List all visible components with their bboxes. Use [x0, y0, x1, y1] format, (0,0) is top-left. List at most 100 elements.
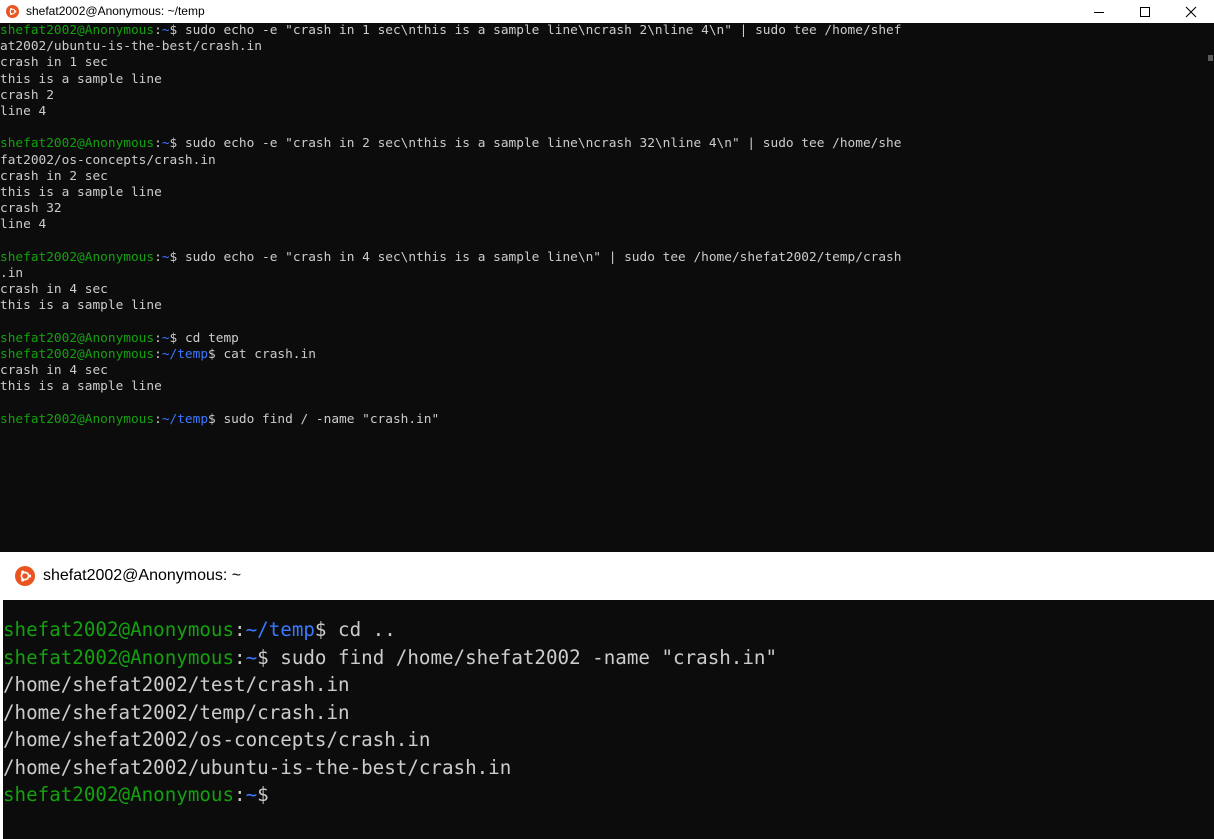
prompt-line: shefat2002@Anonymous:~$ sudo echo -e "cr… — [0, 250, 1206, 266]
prompt-symbol: $ — [169, 249, 185, 265]
prompt-path: ~ — [161, 136, 170, 152]
scrollbar[interactable] — [1206, 23, 1214, 552]
output-line: this is a sample line — [0, 298, 1206, 314]
output-text: this is a sample line — [0, 379, 162, 395]
output-text: crash in 4 sec — [0, 282, 108, 297]
output-text: /home/shefat2002/test/crash.in — [3, 673, 350, 696]
window-title: shefat2002@Anonymous: ~/temp — [26, 4, 205, 18]
maximize-button[interactable] — [1122, 0, 1168, 23]
prompt-line: shefat2002@Anonymous:~$ — [3, 781, 1214, 809]
prompt-symbol: $ — [314, 618, 339, 641]
output-text: crash in 4 sec — [0, 362, 108, 378]
prompt-separator: : — [234, 618, 246, 641]
prompt-path: ~ — [245, 783, 258, 806]
output-line: fat2002/os-concepts/crash.in — [0, 153, 1206, 169]
prompt-separator: : — [234, 645, 246, 669]
output-text: .in — [0, 265, 24, 281]
prompt-symbol: $ — [169, 136, 185, 152]
output-text: crash in 2 sec — [0, 168, 108, 184]
output-line: at2002/ubuntu-is-the-best/crash.in — [0, 39, 1206, 55]
prompt-symbol: $ — [257, 783, 269, 806]
prompt-line: shefat2002@Anonymous:~$ cd temp — [0, 331, 1206, 347]
output-line: line 4 — [0, 217, 1206, 233]
window-title: shefat2002@Anonymous: ~ — [43, 567, 242, 584]
prompt-user: shefat2002@Anonymous — [3, 618, 235, 641]
output-line: crash in 1 sec — [0, 55, 1206, 71]
prompt-user: shefat2002@Anonymous — [0, 346, 155, 362]
prompt-path: ~/temp — [245, 618, 315, 641]
prompt-separator: : — [154, 346, 162, 362]
output-line: this is a sample line — [0, 379, 1206, 395]
output-text: crash in 1 sec — [0, 55, 108, 71]
prompt-symbol: $ — [208, 411, 224, 427]
prompt-line: shefat2002@Anonymous:~/temp$ sudo find /… — [0, 412, 1206, 428]
prompt-symbol: $ — [169, 330, 185, 346]
prompt-symbol: $ — [208, 346, 224, 362]
command-text: sudo echo -e "crash in 4 sec\nthis is a … — [184, 249, 902, 265]
output-line: crash 32 — [0, 201, 1206, 217]
output-line: /home/shefat2002/temp/crash.in — [3, 699, 1214, 727]
output-line: this is a sample line — [0, 72, 1206, 88]
prompt-path: ~ — [161, 330, 170, 346]
prompt-separator: : — [234, 783, 246, 806]
title-bar[interactable]: shefat2002@Anonymous: ~/temp — [0, 0, 1214, 23]
prompt-user: shefat2002@Anonymous — [0, 249, 155, 265]
title-bar[interactable]: shefat2002@Anonymous: ~ — [3, 552, 1214, 600]
output-text: fat2002/os-concepts/crash.in — [0, 152, 216, 168]
prompt-symbol: $ — [169, 23, 185, 38]
output-line: line 4 — [0, 104, 1206, 120]
terminal-window-home[interactable]: shefat2002@Anonymous: ~ shefat2002@Anony… — [0, 552, 1214, 839]
prompt-separator: : — [154, 136, 162, 152]
prompt-line: shefat2002@Anonymous:~$ sudo find /home/… — [3, 644, 1214, 672]
prompt-line: shefat2002@Anonymous:~$ sudo echo -e "cr… — [0, 136, 1206, 152]
output-line: /home/shefat2002/ubuntu-is-the-best/cras… — [3, 754, 1214, 782]
terminal-output[interactable]: shefat2002@Anonymous:~/temp$ cd .. shefat… — [3, 616, 1214, 839]
output-text: /home/shefat2002/ubuntu-is-the-best/cras… — [3, 755, 512, 779]
output-line: crash 2 — [0, 88, 1206, 104]
prompt-user: shefat2002@Anonymous — [0, 136, 155, 152]
prompt-user: shefat2002@Anonymous — [0, 330, 155, 346]
close-button[interactable] — [1168, 0, 1214, 23]
command-text: sudo find / -name "crash.in" — [223, 411, 440, 427]
prompt-user: shefat2002@Anonymous — [0, 411, 155, 427]
output-line: /home/shefat2002/os-concepts/crash.in — [3, 726, 1214, 754]
output-text: /home/shefat2002/os-concepts/crash.in — [3, 728, 431, 751]
prompt-path: ~ — [161, 23, 170, 38]
output-line: /home/shefat2002/test/crash.in — [3, 671, 1214, 699]
output-text: this is a sample line — [0, 184, 162, 200]
output-line: crash in 4 sec — [0, 282, 1206, 298]
output-text: crash 32 — [0, 201, 62, 217]
command-text: cat crash.in — [223, 346, 316, 362]
scroll-thumb[interactable] — [1208, 55, 1213, 61]
prompt-line: shefat2002@Anonymous:~$ sudo echo -e "cr… — [0, 23, 1206, 39]
output-text: line 4 — [0, 103, 47, 119]
prompt-symbol: $ — [257, 645, 281, 669]
prompt-user: shefat2002@Anonymous — [0, 23, 155, 38]
prompt-separator: : — [154, 23, 162, 38]
output-text: crash 2 — [0, 87, 54, 103]
terminal-window-temp[interactable]: shefat2002@Anonymous: ~/temp shefat2002@… — [0, 0, 1214, 552]
output-text: line 4 — [0, 217, 47, 233]
prompt-separator: : — [154, 330, 162, 346]
prompt-user: shefat2002@Anonymous — [3, 645, 235, 669]
command-text: sudo echo -e "crash in 2 sec\nthis is a … — [184, 136, 902, 152]
ubuntu-icon — [15, 566, 35, 586]
ubuntu-icon — [6, 5, 19, 18]
prompt-user: shefat2002@Anonymous — [3, 783, 235, 806]
command-text: cd temp — [184, 330, 239, 346]
prompt-path: ~/temp — [161, 411, 209, 427]
output-text: /home/shefat2002/temp/crash.in — [3, 700, 350, 724]
output-line: crash in 2 sec — [0, 169, 1206, 185]
prompt-line: shefat2002@Anonymous:~/temp$ cat crash.i… — [0, 347, 1206, 363]
command-text: sudo echo -e "crash in 1 sec\nthis is a … — [184, 23, 902, 38]
prompt-path: ~/temp — [161, 346, 209, 362]
output-line: .in — [0, 266, 1206, 282]
output-text: this is a sample line — [0, 298, 162, 314]
terminal-output[interactable]: shefat2002@Anonymous:~$ sudo echo -e "cr… — [0, 23, 1206, 552]
minimize-button[interactable] — [1076, 0, 1122, 23]
output-text: at2002/ubuntu-is-the-best/crash.in — [0, 39, 262, 55]
